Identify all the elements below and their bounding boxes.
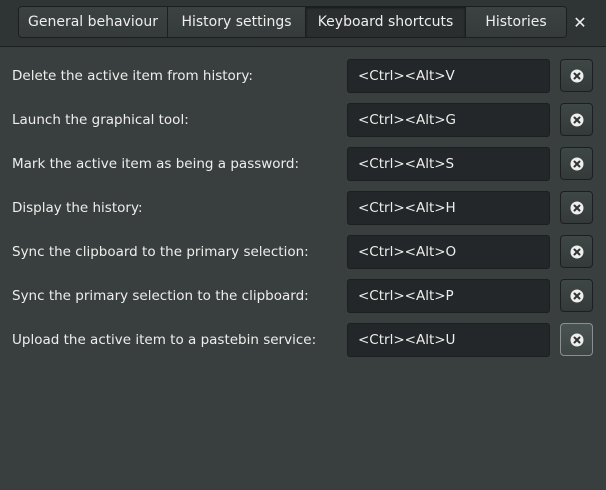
clear-shortcut-button[interactable]	[560, 147, 593, 180]
clear-circle-x-icon	[570, 201, 583, 214]
clear-circle-x-icon	[570, 289, 583, 302]
shortcut-entry[interactable]: <Ctrl><Alt>S	[347, 147, 550, 181]
tab-history-settings[interactable]: History settings	[168, 7, 306, 37]
shortcut-entry[interactable]: <Ctrl><Alt>V	[347, 59, 550, 93]
shortcut-row-launch: Launch the graphical tool: <Ctrl><Alt>G	[0, 103, 606, 137]
shortcut-row-delete: Delete the active item from history: <Ct…	[0, 59, 606, 93]
shortcut-row-sync-clipboard-to-primary: Sync the clipboard to the primary select…	[0, 235, 606, 269]
clear-shortcut-button[interactable]	[560, 235, 593, 268]
clear-circle-x-icon	[570, 245, 583, 258]
clear-circle-x-icon	[570, 157, 583, 170]
shortcut-label: Display the history:	[12, 200, 143, 216]
shortcut-entry[interactable]: <Ctrl><Alt>O	[347, 235, 550, 269]
shortcut-label: Launch the graphical tool:	[12, 112, 189, 128]
close-icon[interactable]: ✕	[568, 11, 592, 35]
clear-circle-x-icon	[570, 333, 583, 346]
shortcut-entry[interactable]: <Ctrl><Alt>U	[347, 323, 550, 357]
tab-general-behaviour[interactable]: General behaviour	[19, 7, 168, 37]
clear-shortcut-button[interactable]	[560, 191, 593, 224]
shortcut-row-sync-primary-to-clipboard: Sync the primary selection to the clipbo…	[0, 279, 606, 313]
shortcut-label: Delete the active item from history:	[12, 68, 253, 84]
clear-circle-x-icon	[570, 113, 583, 126]
tab-keyboard-shortcuts[interactable]: Keyboard shortcuts	[306, 7, 466, 37]
shortcut-row-display-history: Display the history: <Ctrl><Alt>H	[0, 191, 606, 225]
shortcut-label: Upload the active item to a pastebin ser…	[12, 332, 317, 348]
shortcut-label: Sync the clipboard to the primary select…	[12, 244, 309, 260]
shortcut-label: Sync the primary selection to the clipbo…	[12, 288, 309, 304]
shortcut-entry[interactable]: <Ctrl><Alt>H	[347, 191, 550, 225]
clear-shortcut-button[interactable]	[560, 59, 593, 92]
clear-shortcut-button[interactable]	[560, 279, 593, 312]
tab-bar: General behaviour History settings Keybo…	[18, 6, 567, 38]
header-bar: General behaviour History settings Keybo…	[0, 0, 606, 47]
shortcut-label: Mark the active item as being a password…	[12, 156, 299, 172]
shortcut-row-upload-pastebin: Upload the active item to a pastebin ser…	[0, 323, 606, 357]
tab-histories[interactable]: Histories	[466, 7, 566, 37]
shortcut-entry[interactable]: <Ctrl><Alt>P	[347, 279, 550, 313]
shortcut-row-password: Mark the active item as being a password…	[0, 147, 606, 181]
shortcut-entry[interactable]: <Ctrl><Alt>G	[347, 103, 550, 137]
clear-circle-x-icon	[570, 69, 583, 82]
clear-shortcut-button[interactable]	[560, 323, 593, 356]
clear-shortcut-button[interactable]	[560, 103, 593, 136]
